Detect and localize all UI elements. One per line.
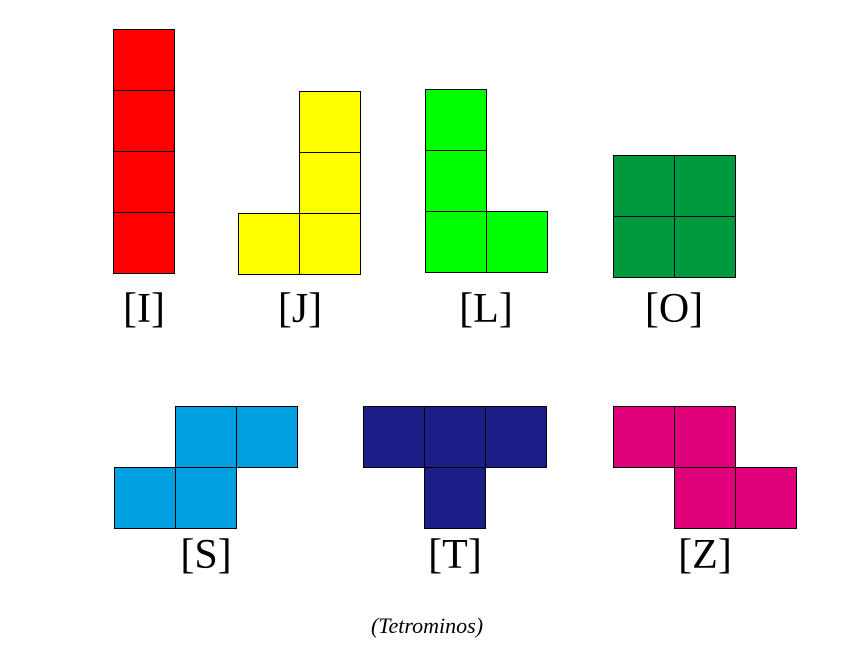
tetromino-l-cell [425,89,487,151]
tetromino-o-cell [613,216,675,278]
tetromino-l-cell [486,211,548,273]
tetromino-j-cell [299,152,361,214]
piece-label-z: [Z] [678,532,732,578]
tetromino-l-cell [425,150,487,212]
tetromino-z-cell [735,467,797,529]
tetromino-i-cell [113,151,175,213]
tetromino-s-cell [236,406,298,468]
tetromino-j-cell [299,91,361,153]
tetromino-s-cell [114,467,176,529]
tetromino-s-cell [175,406,237,468]
tetromino-i-cell [113,212,175,274]
tetromino-z-cell [674,406,736,468]
tetromino-o-cell [674,155,736,217]
tetromino-o-cell [613,155,675,217]
tetromino-t-cell [424,467,486,529]
tetromino-s-cell [175,467,237,529]
tetromino-z-cell [613,406,675,468]
piece-label-s: [S] [180,532,232,578]
tetromino-j-cell [299,213,361,275]
tetromino-i-cell [113,90,175,152]
tetromino-t-cell [424,406,486,468]
piece-label-o: [O] [644,286,704,332]
piece-label-i: [I] [123,286,165,332]
tetromino-z-cell [674,467,736,529]
piece-label-t: [T] [428,532,482,578]
figure-caption: (Tetrominos) [370,613,484,638]
tetromino-t-cell [363,406,425,468]
tetrominos-figure: [I] [J] [L] [O] [S] [T] [Z] (Tetrominos) [0,0,854,654]
tetromino-t-cell [485,406,547,468]
piece-label-j: [J] [277,286,323,332]
tetromino-l-cell [425,211,487,273]
piece-label-l: [L] [459,286,513,332]
tetromino-j-cell [238,213,300,275]
tetromino-o-cell [674,216,736,278]
tetromino-i-cell [113,29,175,91]
